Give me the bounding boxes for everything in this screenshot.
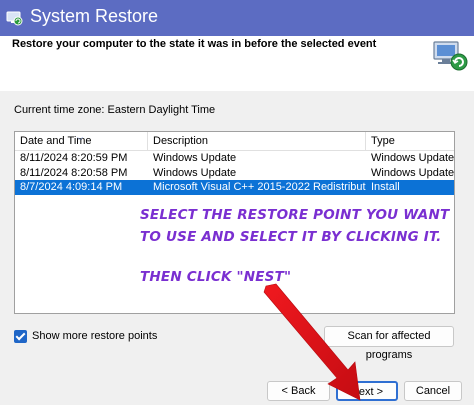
column-header-description[interactable]: Description — [148, 132, 366, 151]
row-type: Windows Update — [371, 167, 455, 179]
title-bar: System Restore — [0, 0, 474, 36]
restore-computer-icon — [433, 41, 468, 71]
row-date: 8/11/2024 8:20:58 PM — [20, 167, 128, 179]
show-more-restore-points[interactable]: Show more restore points — [14, 328, 157, 344]
checkbox-label: Show more restore points — [32, 330, 158, 342]
row-description: Windows Update — [153, 167, 237, 179]
system-restore-icon — [6, 11, 23, 26]
row-type: Install — [371, 181, 400, 193]
back-button[interactable]: < Back — [267, 381, 330, 401]
annotation-line-1: SELECT THE RESTORE POINT YOU WANT — [140, 207, 450, 223]
row-description: Microsoft Visual C++ 2015-2022 Redistrib… — [153, 181, 366, 193]
scan-affected-programs-button[interactable]: Scan for affected programs — [324, 326, 454, 361]
cancel-button[interactable]: Cancel — [404, 381, 462, 401]
annotation-line-2: TO USE AND SELECT IT BY CLICKING IT. — [140, 229, 442, 245]
annotation-line-3: THEN CLICK "NEST" — [140, 269, 292, 285]
row-date: 8/7/2024 4:09:14 PM — [20, 181, 123, 193]
table-row-selected[interactable]: 8/7/2024 4:09:14 PM Microsoft Visual C++… — [15, 180, 454, 195]
sort-chevron-icon: ⌵ — [77, 133, 84, 142]
page-heading: Restore your computer to the state it wa… — [12, 38, 377, 50]
column-header-date[interactable]: Date and Time ⌵ — [15, 132, 148, 151]
list-header: Date and Time ⌵ Description Type — [15, 132, 454, 151]
header-panel: Restore your computer to the state it wa… — [0, 36, 474, 91]
row-date: 8/11/2024 8:20:59 PM — [20, 152, 128, 164]
checkbox-checked[interactable] — [14, 329, 27, 343]
timezone-label: Current time zone: Eastern Daylight Time — [14, 104, 216, 116]
window-title: System Restore — [30, 6, 159, 26]
table-row[interactable]: 8/11/2024 8:20:59 PM Windows Update Wind… — [15, 151, 455, 166]
next-button[interactable]: Next > — [336, 381, 398, 401]
table-row[interactable]: 8/11/2024 8:20:58 PM Windows Update Wind… — [15, 166, 455, 181]
row-type: Windows Update — [371, 152, 455, 164]
column-header-type[interactable]: Type — [366, 132, 454, 151]
row-description: Windows Update — [153, 152, 237, 164]
